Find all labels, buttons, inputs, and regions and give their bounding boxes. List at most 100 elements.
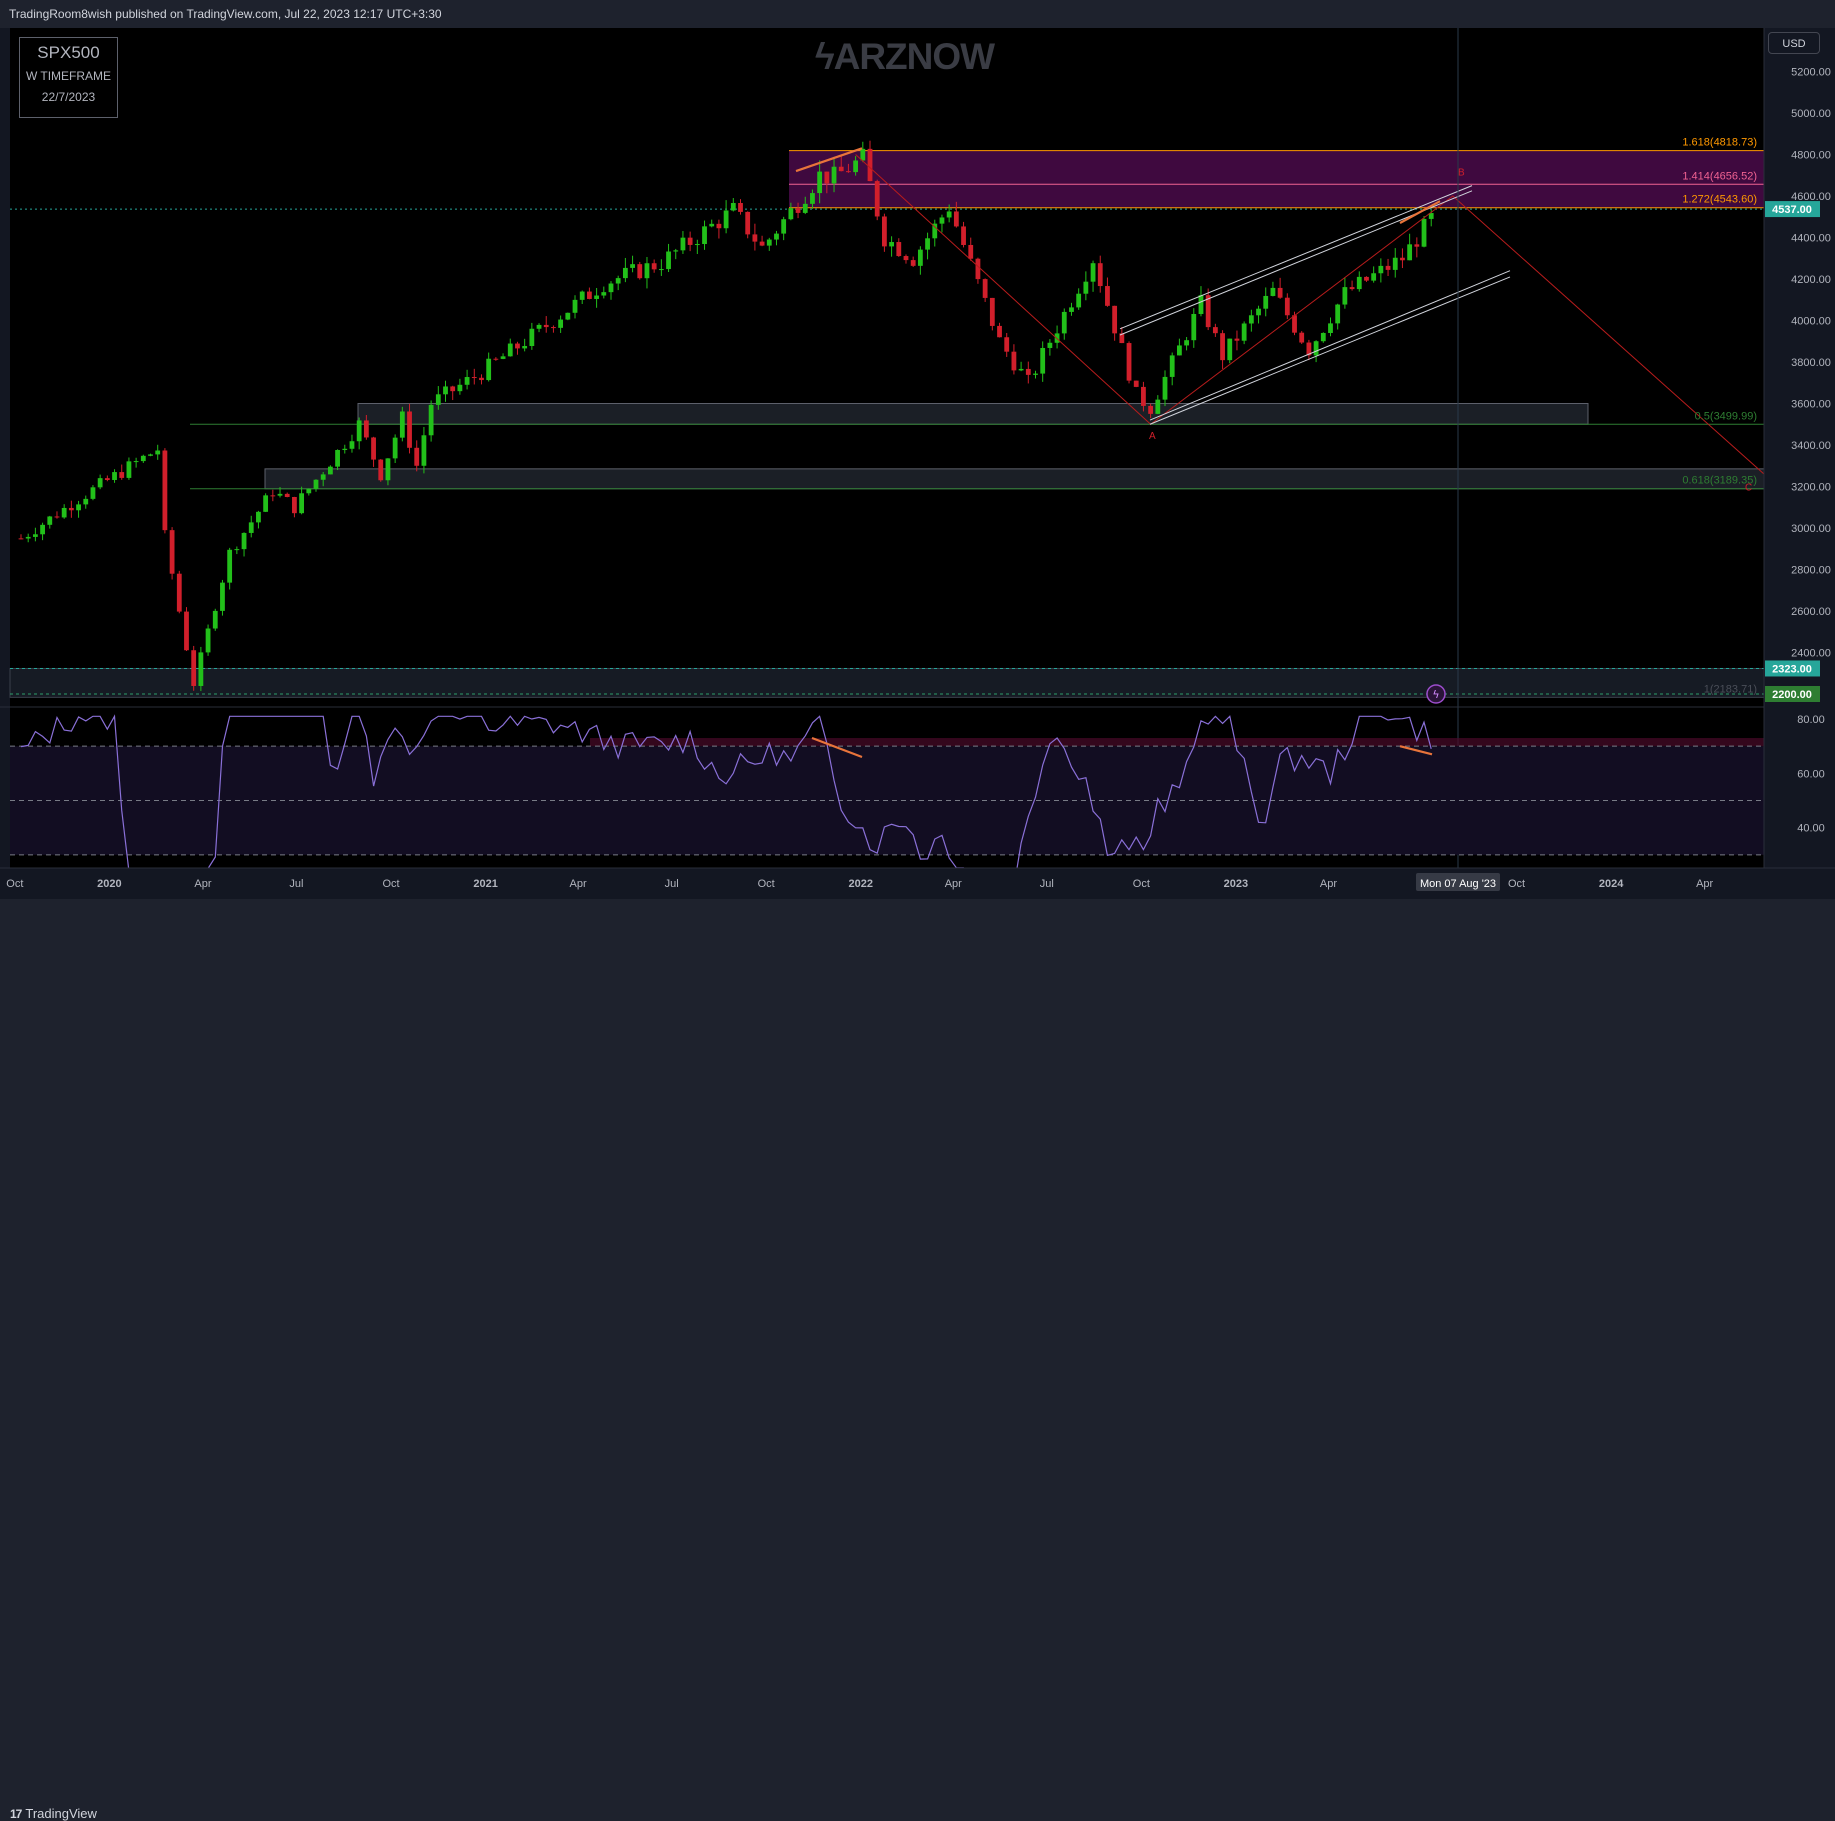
candle-body	[673, 250, 679, 252]
candle-body	[198, 652, 204, 686]
candle-body	[587, 291, 592, 299]
candle-body	[788, 208, 794, 220]
currency-button[interactable]: USD	[1768, 32, 1820, 54]
price-tick-label: 5000.00	[1791, 108, 1831, 120]
candle-body	[306, 488, 312, 494]
candle-body	[1040, 347, 1046, 374]
candle-body	[1241, 323, 1247, 341]
candle-body	[1270, 287, 1276, 296]
candle-body	[507, 343, 513, 357]
support-zone-lower	[264, 468, 1765, 490]
candle-body	[622, 267, 628, 279]
candle-body	[953, 211, 959, 227]
candle-body	[83, 498, 89, 505]
candle-body	[946, 211, 952, 218]
candle-body	[1018, 368, 1024, 371]
candle-body	[968, 244, 974, 259]
candle-body	[212, 610, 218, 629]
candle-body	[220, 582, 225, 611]
candle-body	[565, 312, 571, 320]
candle-body	[536, 324, 542, 329]
candle-body	[169, 530, 175, 574]
tradingview-mark-icon: 17	[10, 1807, 22, 1821]
candle-body	[191, 650, 197, 686]
candle-body	[838, 166, 844, 172]
candle-body	[486, 358, 492, 381]
candle-body	[846, 171, 851, 173]
candle-body	[910, 260, 916, 266]
support-zone-upper	[357, 403, 1589, 425]
candle-body	[982, 279, 988, 298]
candle-body	[551, 327, 556, 329]
candle-body	[522, 346, 528, 349]
candle-body	[241, 532, 247, 550]
fib-label-5: 1(2183.71)	[1704, 683, 1757, 695]
tradingview-logo[interactable]: 17 TradingView	[10, 1806, 97, 1821]
candle-body	[1342, 287, 1348, 305]
candle-body	[471, 377, 477, 379]
candle-body	[939, 217, 945, 224]
crosshair-time-label: Mon 07 Aug '23	[1420, 878, 1496, 890]
candle-body	[1198, 295, 1204, 314]
candle-body	[399, 411, 405, 438]
fib-label-2: 1.272(4543.60)	[1682, 194, 1757, 206]
candle-body	[1256, 308, 1261, 316]
candle-body	[1033, 373, 1038, 375]
candle-body	[630, 264, 635, 268]
candle-body	[817, 171, 823, 194]
rsi-overbought-zone	[590, 738, 1764, 747]
candle-body	[457, 384, 463, 392]
candle-body	[759, 241, 765, 246]
candle-body	[702, 226, 707, 245]
rsi-tick-label: 40.00	[1797, 823, 1825, 835]
candle-body	[1169, 355, 1175, 377]
candle-body	[1364, 276, 1369, 281]
candle-body	[1004, 337, 1010, 352]
candle-body	[1414, 244, 1420, 247]
symbol-label: SPX500	[37, 43, 100, 62]
candle-body	[1220, 333, 1225, 361]
candle-body	[644, 263, 650, 279]
candle-body	[32, 534, 38, 537]
price-tick-label: 2800.00	[1791, 565, 1831, 577]
candle-body	[90, 487, 96, 499]
candle-body	[1076, 293, 1082, 308]
candle-body	[414, 447, 420, 466]
candle-body	[1400, 257, 1405, 261]
candle-body	[112, 472, 117, 480]
price-tick-label: 5200.00	[1791, 67, 1831, 79]
candle-body	[1025, 368, 1031, 375]
candle-body	[716, 223, 722, 229]
candle-body	[723, 210, 729, 229]
candle-body	[515, 343, 520, 349]
candle-body	[1184, 340, 1189, 346]
candle-body	[435, 394, 441, 405]
candle-body	[730, 202, 736, 211]
time-tick-label: Oct	[1508, 878, 1525, 890]
time-tick-label: Apr	[194, 878, 211, 890]
candle-body	[349, 441, 355, 449]
candle-body	[327, 466, 333, 475]
price-tick-label: 3800.00	[1791, 357, 1831, 369]
bottom-zone	[9, 667, 1765, 698]
candle-body	[1105, 286, 1110, 306]
candle-body	[1371, 273, 1377, 281]
price-tick-label: 4000.00	[1791, 316, 1831, 328]
candle-body	[1191, 313, 1197, 341]
time-tick-label: 2024	[1599, 878, 1624, 890]
chart-canvas[interactable]: ϟ 5200.005000.004800.004600.004400.00420…	[0, 0, 1835, 931]
candle-body	[277, 493, 283, 496]
time-tick-label: 2021	[473, 878, 497, 890]
candle-body	[1234, 338, 1240, 341]
candle-body	[1061, 311, 1067, 334]
candle-body	[256, 511, 261, 523]
candle-body	[40, 524, 45, 535]
candle-body	[61, 507, 67, 518]
candle-body	[148, 454, 153, 456]
candle-body	[543, 324, 549, 328]
time-tick-label: Oct	[382, 878, 399, 890]
candle-body	[47, 516, 53, 525]
candle-body	[1083, 281, 1089, 294]
candle-body	[1263, 295, 1269, 309]
time-tick-label: Oct	[1133, 878, 1150, 890]
